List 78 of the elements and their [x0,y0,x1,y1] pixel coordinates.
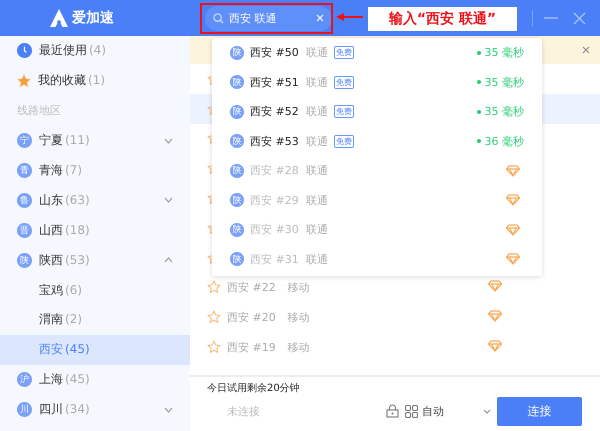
diamond-icon [488,280,502,292]
annotation-label: 输入“西安 联通” [368,7,517,31]
province-badge: 陕 [230,46,244,60]
free-tag: 免费 [334,76,354,89]
mode-dropdown[interactable]: 自动 [405,404,497,418]
chevron-icon[interactable] [164,197,173,204]
province-badge: 宁 [17,133,32,148]
app-name: 爱加速 [72,9,114,27]
free-tag: 免费 [334,46,354,60]
carrier-label: 移动 [288,340,310,355]
province-badge: 沪 [17,372,32,388]
latency-label: 36 毫秒 [476,134,524,149]
close-icon[interactable] [582,46,590,54]
free-tag: 免费 [334,105,354,118]
search-icon [213,12,224,24]
line-name: 西安 #20 [227,310,276,325]
connect-button[interactable]: 连接 [497,396,582,426]
province-badge: 川 [17,402,32,418]
star-icon [207,310,221,324]
carrier-label: 移动 [288,280,310,295]
trial-notice: 今日试用剩余20分钟 [207,382,301,395]
diamond-icon [506,253,520,266]
close-button[interactable] [571,10,587,26]
diamond-icon [506,194,520,206]
grid-icon [405,404,418,418]
province-badge: 陕 [230,193,244,208]
province-badge: 鲁 [17,192,32,208]
latency-label: 35 毫秒 [476,104,524,120]
line-name: 西安 #19 [227,340,276,355]
province-badge: 陕 [17,252,32,268]
province-badge: 陕 [230,104,244,119]
logo-icon [50,9,68,27]
section-label: 线路地区 [17,103,61,118]
latency-label: 35 毫秒 [476,45,524,60]
sidebar-item[interactable]: 宁 宁夏 (11) [0,126,190,156]
province-badge: 陕 [230,222,244,237]
sidebar-item[interactable]: 渭南 (2) [0,305,190,335]
diamond-icon [488,310,502,322]
chevron-icon[interactable] [164,406,173,413]
sidebar-item[interactable]: 我的收藏 (1) [0,66,190,96]
lock-icon[interactable] [386,404,399,418]
province-badge: 陕 [230,75,244,90]
minimize-icon [544,17,558,19]
star-icon [207,340,221,354]
suggestion-item[interactable]: 陕 西安 #50 联通 免费 35 毫秒 [212,38,542,68]
line-name: 西安 #22 [227,280,276,295]
arrow-icon [336,13,363,21]
sidebar-item[interactable]: 鲁 山东 (63) [0,185,190,216]
diamond-icon [506,224,520,236]
sidebar-item[interactable]: 川 四川 (34) [0,394,190,425]
latency-label: 35 毫秒 [476,74,524,90]
sidebar-item[interactable]: 晋 山西 (18) [0,215,190,246]
chevron-icon[interactable] [164,257,173,264]
suggestion-item[interactable]: 陕 西安 #53 联通 免费 36 毫秒 [212,126,542,156]
sidebar-item[interactable]: 青 青海 (7) [0,156,190,186]
sidebar-item[interactable]: 沪 上海 (45) [0,364,190,395]
province-badge: 晋 [17,222,32,238]
clear-icon[interactable] [316,14,324,22]
sidebar-item[interactable]: 最近使用 (4) [0,36,190,66]
carrier-label: 移动 [288,310,310,325]
caret-icon [483,408,491,414]
province-badge: 陕 [230,164,244,178]
close-icon [572,12,586,24]
province-badge: 青 [17,163,32,178]
province-badge: 陕 [230,134,244,148]
suggestion-item[interactable]: 陕 西安 #51 联通 免费 35 毫秒 [212,68,542,97]
free-tag: 免费 [334,134,354,148]
clock-icon [17,43,32,58]
province-badge: 陕 [230,252,244,266]
diamond-icon [506,164,520,177]
star-icon [17,74,31,88]
diamond-icon [488,340,502,352]
chevron-icon[interactable] [164,138,173,144]
star-icon [207,280,221,294]
sidebar-item[interactable]: 陕 陕西 (53) [0,245,190,276]
connection-status: 未连接 [227,404,261,418]
suggestion-item[interactable]: 陕 西安 #52 联通 免费 35 毫秒 [212,97,542,126]
sidebar-item[interactable]: 宝鸡 (6) [0,275,190,306]
